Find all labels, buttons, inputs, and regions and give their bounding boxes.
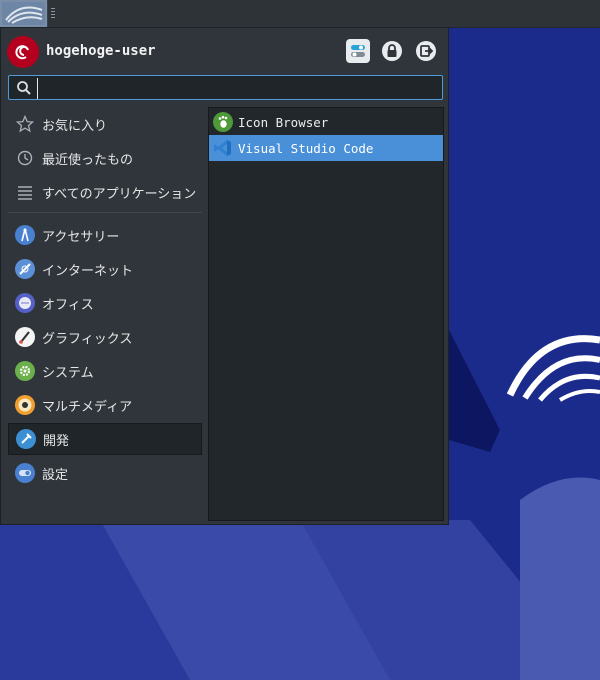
category-label: マルチメディア bbox=[42, 399, 133, 415]
gnome-foot-icon bbox=[213, 112, 233, 132]
search-icon bbox=[17, 81, 31, 95]
app-icon-browser[interactable]: Icon Browser bbox=[209, 109, 443, 135]
multimedia-icon bbox=[15, 395, 35, 415]
clock-icon bbox=[15, 148, 35, 168]
logout-button[interactable] bbox=[414, 39, 438, 63]
category-recent[interactable]: 最近使ったもの bbox=[8, 142, 202, 174]
category-favorites[interactable]: お気に入り bbox=[8, 108, 202, 140]
search-input[interactable] bbox=[37, 78, 437, 99]
vscode-icon bbox=[213, 138, 233, 158]
development-icon bbox=[16, 429, 36, 449]
category-label: グラフィックス bbox=[42, 331, 133, 347]
category-label: アクセサリー bbox=[42, 229, 120, 245]
category-accessories[interactable]: アクセサリー bbox=[8, 219, 202, 251]
app-label: Icon Browser bbox=[238, 114, 329, 130]
category-label: インターネット bbox=[42, 263, 134, 279]
app-label: Visual Studio Code bbox=[238, 140, 374, 156]
application-menu: hogehoge-user お気に入り 最近使ったもの すべてのアプリケーション… bbox=[0, 27, 449, 525]
category-settings[interactable]: 設定 bbox=[8, 457, 202, 489]
graphics-icon bbox=[15, 327, 35, 347]
category-label: 最近使ったもの bbox=[42, 152, 134, 168]
category-all-applications[interactable]: すべてのアプリケーション bbox=[8, 176, 202, 208]
system-icon bbox=[15, 361, 35, 381]
category-label: 設定 bbox=[42, 467, 69, 483]
category-multimedia[interactable]: マルチメディア bbox=[8, 389, 202, 421]
internet-icon bbox=[15, 259, 35, 279]
category-internet[interactable]: インターネット bbox=[8, 253, 202, 285]
settings-icon bbox=[15, 463, 35, 483]
category-label: すべてのアプリケーション bbox=[42, 186, 197, 202]
category-label: お気に入り bbox=[42, 118, 108, 134]
logout-icon bbox=[416, 41, 436, 61]
debian-logo-icon bbox=[7, 36, 39, 68]
office-icon bbox=[15, 293, 35, 313]
category-development[interactable]: 開発 bbox=[8, 423, 202, 455]
app-visual-studio-code[interactable]: Visual Studio Code bbox=[209, 135, 443, 161]
settings-toggle-icon bbox=[351, 45, 365, 57]
username: hogehoge-user bbox=[46, 43, 156, 59]
lock-icon bbox=[382, 41, 402, 61]
category-office[interactable]: オフィス bbox=[8, 287, 202, 319]
debian-swirl-icon bbox=[2, 2, 45, 25]
search-field[interactable] bbox=[8, 75, 443, 100]
menu-header: hogehoge-user bbox=[7, 36, 443, 68]
category-label: オフィス bbox=[42, 297, 94, 313]
top-panel bbox=[0, 0, 600, 28]
category-label: 開発 bbox=[43, 433, 70, 449]
applications-menu-button[interactable] bbox=[0, 0, 48, 27]
category-label: システム bbox=[42, 365, 94, 381]
category-system[interactable]: システム bbox=[8, 355, 202, 387]
accessories-icon bbox=[15, 225, 35, 245]
lock-screen-button[interactable] bbox=[380, 39, 404, 63]
category-divider bbox=[8, 212, 202, 213]
category-graphics[interactable]: グラフィックス bbox=[8, 321, 202, 353]
application-list: Icon Browser Visual Studio Code bbox=[208, 107, 444, 521]
panel-handle[interactable] bbox=[51, 8, 55, 18]
star-icon bbox=[15, 114, 35, 134]
settings-toggle-button[interactable] bbox=[346, 39, 370, 63]
list-icon bbox=[15, 182, 35, 202]
